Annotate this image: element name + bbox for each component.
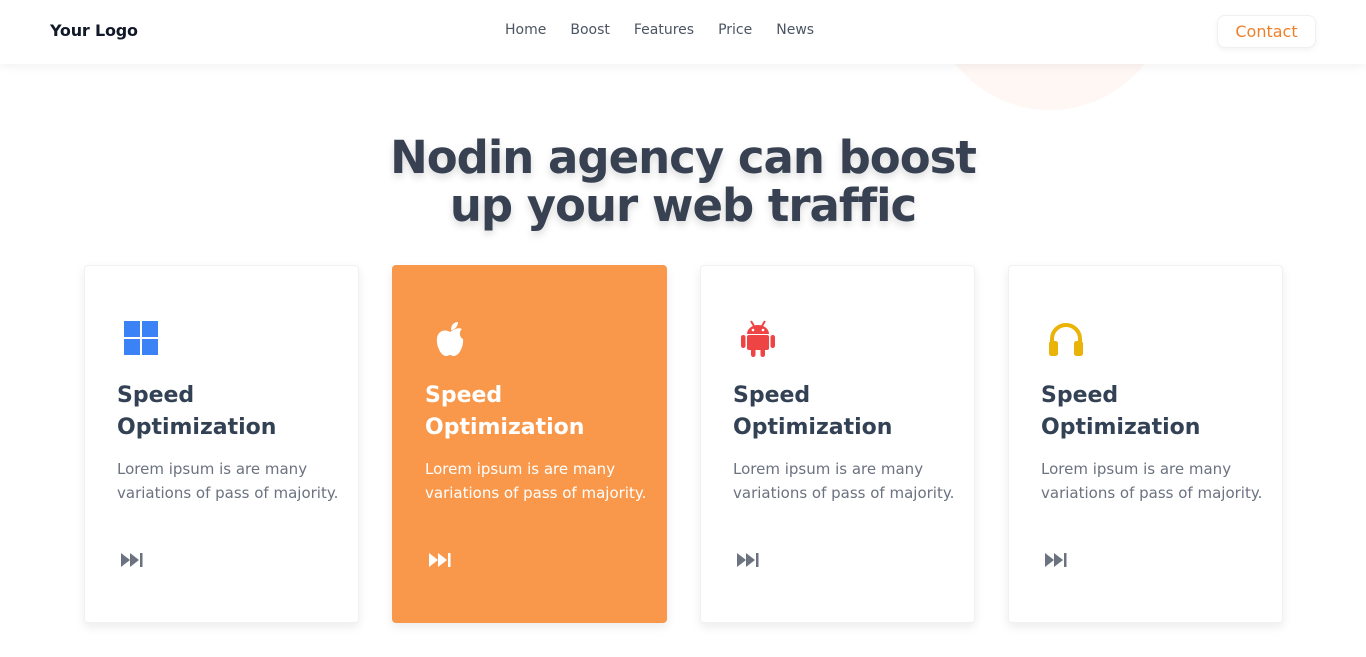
nav-home[interactable]: Home (505, 22, 546, 38)
hero-title-line2: up your web traffic (449, 179, 917, 232)
card-text: Lorem ipsum is are many variations of pa… (425, 460, 647, 502)
fast-forward-icon[interactable] (121, 552, 145, 568)
hero-title-line1: Nodin agency can boost (390, 131, 977, 184)
card-title-line2: Optimization (733, 415, 893, 440)
card-title-line2: Optimization (425, 415, 585, 440)
hero-title: Nodin agency can boost up your web traff… (283, 134, 1083, 230)
main-nav: Home Boost Features Price News (505, 22, 838, 38)
card-text: Lorem ipsum is are many variations of pa… (733, 460, 955, 502)
card-title-line1: Speed (1041, 383, 1119, 408)
card-title-line1: Speed (733, 383, 811, 408)
fast-forward-icon[interactable] (1045, 552, 1069, 568)
card-text: Lorem ipsum is are many variations of pa… (117, 460, 339, 502)
fast-forward-icon[interactable] (429, 552, 453, 568)
feature-card-active[interactable]: Speed Optimization Lorem ipsum is are ma… (392, 265, 667, 623)
nav-news[interactable]: News (776, 22, 814, 38)
logo[interactable]: Your Logo (50, 21, 138, 40)
card-title: Speed Optimization (425, 380, 645, 444)
card-title: Speed Optimization (117, 380, 337, 444)
android-icon (741, 320, 775, 357)
nav-boost[interactable]: Boost (570, 22, 610, 38)
fast-forward-icon[interactable] (737, 552, 761, 568)
apple-icon (436, 322, 464, 356)
card-title-line2: Optimization (1041, 415, 1201, 440)
card-title-line1: Speed (117, 383, 195, 408)
nav-price[interactable]: Price (718, 22, 752, 38)
card-title-line2: Optimization (117, 415, 277, 440)
contact-button[interactable]: Contact (1217, 15, 1316, 48)
site-header: Your Logo Home Boost Features Price News… (0, 0, 1366, 64)
card-title: Speed Optimization (1041, 380, 1261, 444)
feature-card[interactable]: Speed Optimization Lorem ipsum is are ma… (1008, 265, 1283, 623)
nav-features[interactable]: Features (634, 22, 694, 38)
feature-card[interactable]: Speed Optimization Lorem ipsum is are ma… (700, 265, 975, 623)
card-text: Lorem ipsum is are many variations of pa… (1041, 460, 1263, 502)
feature-card[interactable]: Speed Optimization Lorem ipsum is are ma… (84, 265, 359, 623)
windows-icon (124, 321, 158, 355)
card-title: Speed Optimization (733, 380, 953, 444)
headphones-icon (1049, 323, 1083, 356)
card-title-line1: Speed (425, 383, 503, 408)
